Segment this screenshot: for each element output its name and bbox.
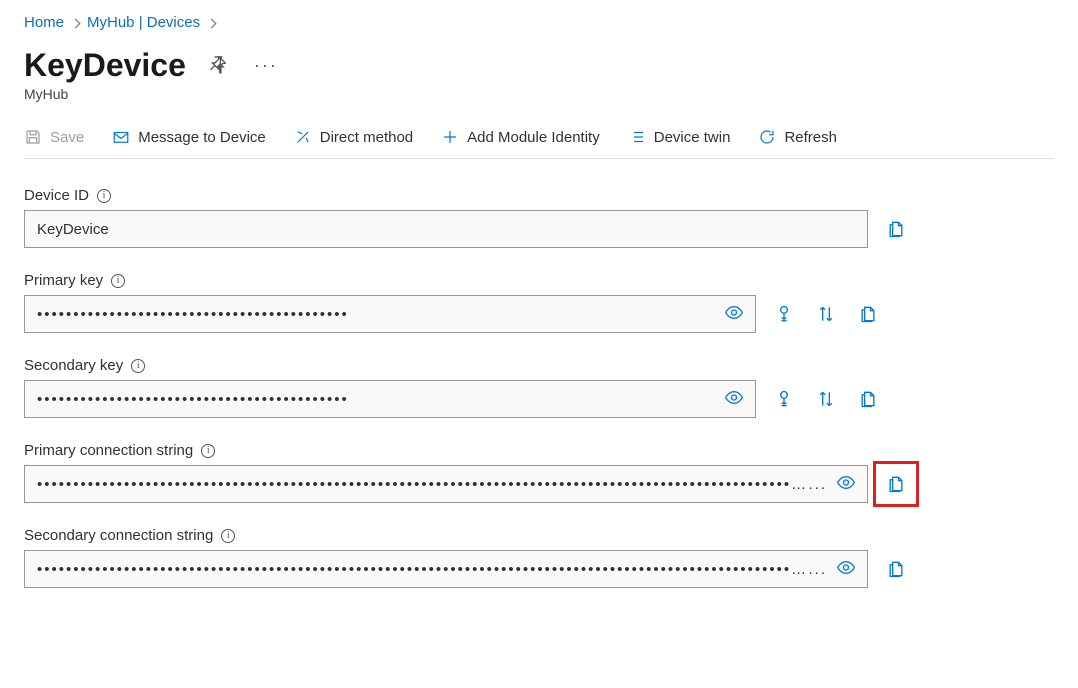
chevron-right-icon [208, 14, 215, 31]
message-label: Message to Device [138, 129, 266, 146]
message-to-device-button[interactable]: Message to Device [112, 128, 266, 146]
refresh-button[interactable]: Refresh [758, 128, 837, 146]
secondary-conn-input[interactable]: ••••••••••••••••••••••••••••••••••••••••… [24, 550, 868, 588]
device-id-input[interactable] [24, 210, 868, 248]
primary-conn-label: Primary connection string [24, 442, 193, 459]
device-id-field: Device ID i [24, 187, 964, 248]
save-icon [24, 128, 42, 146]
add-module-identity-button[interactable]: Add Module Identity [441, 128, 600, 146]
more-icon[interactable]: ··· [250, 51, 282, 80]
regenerate-key-icon[interactable] [770, 385, 798, 413]
direct-label: Direct method [320, 129, 413, 146]
primary-key-label: Primary key [24, 272, 103, 289]
subtitle: MyHub [24, 86, 1054, 102]
device-twin-button[interactable]: Device twin [628, 128, 731, 146]
secondary-key-field: Secondary key i ••••••••••••••••••••••••… [24, 357, 964, 418]
direct-method-icon [294, 128, 312, 146]
page-title: KeyDevice [24, 47, 186, 84]
info-icon[interactable]: i [201, 444, 215, 458]
info-icon[interactable]: i [131, 359, 145, 373]
reveal-icon[interactable] [832, 554, 860, 585]
plus-icon [441, 128, 459, 146]
primary-connection-string-field: Primary connection string i ••••••••••••… [24, 442, 964, 503]
primary-key-input[interactable]: ••••••••••••••••••••••••••••••••••••••••… [24, 295, 756, 333]
info-icon[interactable]: i [111, 274, 125, 288]
save-button: Save [24, 128, 84, 146]
pin-icon[interactable] [204, 50, 232, 81]
addmodule-label: Add Module Identity [467, 129, 600, 146]
highlighted-copy-box [873, 461, 919, 507]
save-label: Save [50, 129, 84, 146]
regenerate-key-icon[interactable] [770, 300, 798, 328]
device-id-label: Device ID [24, 187, 89, 204]
info-icon[interactable]: i [97, 189, 111, 203]
secondary-key-label: Secondary key [24, 357, 123, 374]
reveal-icon[interactable] [720, 299, 748, 330]
copy-icon[interactable] [882, 555, 910, 583]
twin-label: Device twin [654, 129, 731, 146]
copy-icon[interactable] [882, 215, 910, 243]
list-icon [628, 128, 646, 146]
copy-icon[interactable] [882, 470, 910, 498]
toolbar: Save Message to Device Direct method Add… [24, 120, 1054, 159]
primary-conn-input[interactable]: ••••••••••••••••••••••••••••••••••••••••… [24, 465, 868, 503]
swap-keys-icon[interactable] [812, 300, 840, 328]
breadcrumb-home[interactable]: Home [24, 14, 64, 31]
refresh-label: Refresh [784, 129, 837, 146]
chevron-right-icon [72, 14, 79, 31]
secondary-key-input[interactable]: ••••••••••••••••••••••••••••••••••••••••… [24, 380, 756, 418]
primary-key-field: Primary key i ••••••••••••••••••••••••••… [24, 272, 964, 333]
breadcrumb-hub-devices[interactable]: MyHub | Devices [87, 14, 200, 31]
breadcrumb: Home MyHub | Devices [24, 14, 1054, 31]
secondary-connection-string-field: Secondary connection string i ••••••••••… [24, 527, 964, 588]
secondary-conn-label: Secondary connection string [24, 527, 213, 544]
copy-icon[interactable] [854, 385, 882, 413]
mail-icon [112, 128, 130, 146]
reveal-icon[interactable] [720, 384, 748, 415]
info-icon[interactable]: i [221, 529, 235, 543]
refresh-icon [758, 128, 776, 146]
copy-icon[interactable] [854, 300, 882, 328]
swap-keys-icon[interactable] [812, 385, 840, 413]
reveal-icon[interactable] [832, 469, 860, 500]
direct-method-button[interactable]: Direct method [294, 128, 413, 146]
